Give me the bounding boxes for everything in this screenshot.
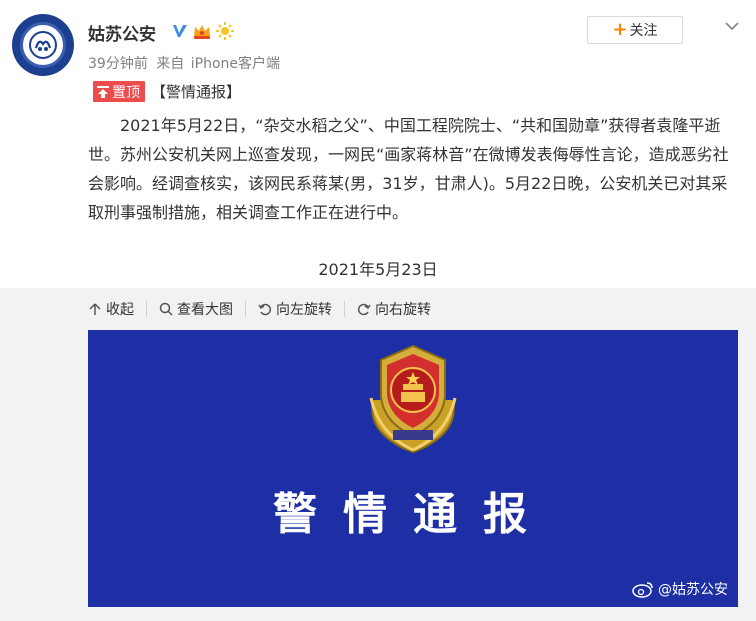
post-body: 2021年5月22日，“杂交水稻之父”、中国工程院院士、“共和国勋章”获得者袁隆… [88, 111, 743, 227]
avatar[interactable] [12, 14, 74, 76]
image-toolbar: 收起 查看大图 向左旋转 向右旋转 [88, 298, 431, 320]
rotate-right-button[interactable]: 向右旋转 [357, 299, 431, 319]
verified-icon [171, 22, 189, 44]
collapse-button[interactable]: 收起 [88, 299, 134, 319]
rotate-left-button[interactable]: 向左旋转 [258, 299, 332, 319]
author-badges [171, 21, 235, 45]
follow-label: 关注 [629, 23, 658, 39]
post-header-line: 置顶 【警情通报】 [93, 81, 241, 102]
magnifier-icon [159, 302, 173, 316]
watermark-text: @姑苏公安 [658, 582, 728, 598]
more-options-button[interactable] [722, 16, 742, 36]
weibo-logo-icon [632, 582, 653, 598]
sun-badge-icon[interactable] [215, 21, 235, 45]
post-meta: 39分钟前 来自 iPhone客户端 [88, 53, 284, 73]
post-time[interactable]: 39分钟前 [88, 56, 148, 72]
view-large-button[interactable]: 查看大图 [159, 299, 233, 319]
collapse-label: 收起 [106, 302, 134, 318]
post-topic-tag: 【警情通报】 [151, 83, 242, 101]
chevron-down-icon [725, 22, 739, 31]
police-emblem-icon [369, 344, 457, 454]
view-large-label: 查看大图 [177, 302, 233, 318]
post-date: 2021年5月23日 [318, 260, 438, 279]
rotate-left-label: 向左旋转 [276, 302, 332, 318]
toolbar-divider [146, 301, 147, 317]
rotate-left-icon [258, 303, 272, 316]
toolbar-divider [245, 301, 246, 317]
post-image[interactable]: 警情通报 @姑苏公安 [88, 330, 738, 607]
member-crown-icon[interactable] [192, 22, 212, 44]
rotate-right-label: 向右旋转 [375, 302, 431, 318]
plus-icon: + [612, 19, 628, 40]
pinned-badge: 置顶 [93, 81, 145, 102]
pinned-label: 置顶 [112, 84, 140, 101]
follow-button[interactable]: + 关注 [587, 16, 683, 44]
post-body-text: 2021年5月22日，“杂交水稻之父”、中国工程院院士、“共和国勋章”获得者袁隆… [88, 116, 729, 222]
source-prefix: 来自 [156, 56, 185, 72]
toolbar-divider [344, 301, 345, 317]
pin-arrow-icon [97, 85, 109, 98]
post-source[interactable]: iPhone客户端 [191, 56, 280, 72]
rotate-right-icon [357, 303, 371, 316]
collapse-up-icon [89, 303, 101, 315]
author-name[interactable]: 姑苏公安 [88, 20, 156, 45]
image-watermark: @姑苏公安 [632, 579, 728, 599]
image-title: 警情通报 [273, 489, 553, 540]
avatar-logo-icon [20, 22, 66, 68]
